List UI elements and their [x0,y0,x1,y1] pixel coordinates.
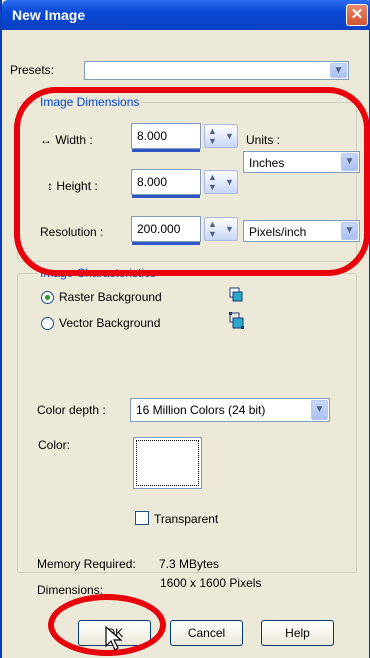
spin-down-icon: ▼ [208,229,217,239]
dialog-title: New Image [12,7,86,23]
raster-background-radio[interactable] [41,291,54,304]
width-input[interactable]: 8.000 [131,123,201,152]
transparent-label[interactable]: Transparent [154,512,218,526]
width-value: 8.000 [137,129,168,143]
resolution-value: 200.000 [137,222,181,236]
mouse-pointer-icon [105,626,123,651]
units-select[interactable]: Inches ▼ [243,151,360,173]
height-spinner[interactable]: ▲ ▼ ▼ [204,170,238,194]
resolution-units-select[interactable]: Pixels/inch ▼ [243,220,360,242]
spin-down-icon: ▼ [208,182,217,192]
presets-label: Presets: [10,63,55,77]
height-value: 8.000 [137,175,168,189]
raster-background-label[interactable]: Raster Background [59,290,162,304]
resolution-input[interactable]: 200.000 [131,216,201,245]
vector-layer-icon [229,312,244,329]
width-arrows-icon: ↔ [40,133,56,147]
color-swatch[interactable] [133,437,202,489]
dimensions-value: 1600 x 1600 Pixels [160,576,262,590]
width-underline [132,149,200,152]
memory-required-label: Memory Required: [37,557,136,571]
color-swatch-focus [136,440,199,486]
resolution-spinner[interactable]: ▲ ▼ ▼ [204,217,238,241]
height-input[interactable]: 8.000 [131,169,201,198]
spin-up-icon: ▲ [208,126,217,136]
chevron-down-icon[interactable]: ▼ [311,400,328,420]
height-arrows-icon: ↕ [47,179,57,193]
cancel-button[interactable]: Cancel [170,620,243,646]
spin-down-icon: ▼ [208,136,217,146]
chevron-down-icon[interactable]: ▼ [341,153,358,171]
title-bar[interactable]: New Image ✕ [2,0,370,30]
spin-up-icon: ▲ [208,219,217,229]
presets-select[interactable]: ▼ [84,61,349,80]
height-underline [132,195,200,198]
close-icon[interactable]: ✕ [346,4,368,26]
image-dimensions-group-label: Image Dimensions [38,95,142,109]
chevron-down-icon[interactable]: ▼ [330,63,347,78]
color-depth-label: Color depth : [37,403,106,417]
color-label: Color: [38,438,71,452]
new-image-dialog: New Image ✕ Presets: ▼ Image Dimensions … [0,0,370,658]
color-depth-value: 16 Million Colors (24 bit) [136,403,266,417]
units-value: Inches [249,156,285,170]
spin-up-icon: ▲ [208,172,217,182]
width-spinner[interactable]: ▲ ▼ ▼ [204,124,238,148]
transparent-checkbox[interactable] [135,511,149,525]
image-characteristics-group-label: Image Characteristics [38,266,159,280]
chevron-down-icon: ▼ [225,224,234,234]
resolution-units-value: Pixels/inch [249,225,307,239]
dimensions-label: Dimensions: [37,583,104,597]
raster-layer-icon [229,287,243,302]
width-label: ↔ Width : [40,133,93,147]
resolution-label: Resolution : [40,225,104,239]
units-label: Units : [246,133,281,147]
chevron-down-icon: ▼ [225,131,234,141]
vector-background-label[interactable]: Vector Background [59,316,160,330]
vector-background-radio[interactable] [41,317,54,330]
height-label: ↕ Height : [47,179,98,193]
help-button[interactable]: Help [261,620,334,646]
resolution-underline [132,242,200,245]
color-depth-select[interactable]: 16 Million Colors (24 bit) ▼ [130,398,330,422]
memory-required-value: 7.3 MBytes [159,557,220,571]
chevron-down-icon[interactable]: ▼ [341,222,358,240]
chevron-down-icon: ▼ [225,177,234,187]
